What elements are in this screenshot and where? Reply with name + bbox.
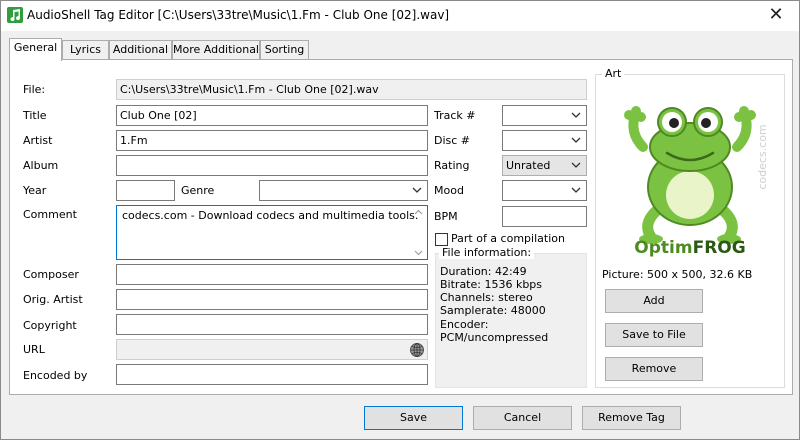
tab-more-additional[interactable]: More Additional [172, 40, 260, 60]
rating-dropdown[interactable]: Unrated [502, 155, 587, 176]
title-label: Title [23, 109, 47, 122]
watermark-text: codecs.com [756, 124, 769, 189]
title-field[interactable]: Club One [02] [116, 105, 428, 126]
globe-icon[interactable] [409, 342, 425, 358]
chevron-down-icon [571, 137, 581, 143]
compilation-label[interactable]: Part of a compilation [451, 232, 565, 245]
add-art-button[interactable]: Add [605, 289, 703, 313]
comment-text: codecs.com - Download codecs and multime… [122, 209, 419, 222]
encoded-by-label: Encoded by [23, 369, 88, 382]
frog-logo-icon: codecs.com OptimFROG [624, 106, 769, 258]
url-label: URL [23, 343, 45, 356]
artist-label: Artist [23, 134, 53, 147]
file-information-title: File information: [439, 246, 535, 259]
bpm-label: BPM [434, 210, 458, 223]
rating-label: Rating [434, 159, 470, 172]
cancel-button[interactable]: Cancel [473, 406, 572, 430]
disc-label: Disc # [434, 134, 471, 147]
logo-text-frog: FROG [693, 238, 746, 257]
file-label: File: [23, 83, 46, 96]
tab-additional[interactable]: Additional [109, 40, 172, 60]
album-field[interactable] [116, 155, 428, 176]
general-tab-panel: File: Title Artist Album Year Comment Co… [9, 59, 793, 395]
encoder-label: Encoder: [440, 318, 489, 331]
comment-textarea[interactable]: codecs.com - Download codecs and multime… [116, 205, 428, 260]
music-note-icon [7, 7, 23, 23]
copyright-field[interactable] [116, 314, 428, 335]
album-art-image: codecs.com OptimFROG [601, 87, 779, 258]
tab-general[interactable]: General [9, 38, 62, 61]
bpm-field[interactable] [502, 206, 587, 227]
orig-artist-label: Orig. Artist [23, 293, 83, 306]
tab-lyrics[interactable]: Lyrics [62, 40, 109, 60]
file-information-box: File information: Duration: 42:49 Bitrat… [435, 246, 587, 388]
album-label: Album [23, 159, 59, 172]
track-dropdown[interactable] [502, 105, 587, 126]
chevron-down-icon [571, 112, 581, 118]
save-button[interactable]: Save [364, 406, 463, 430]
logo-text-optim: Optim [634, 238, 692, 257]
channels-text: Channels: stereo [440, 291, 533, 304]
save-art-to-file-button[interactable]: Save to File [605, 323, 703, 347]
window-title: AudioShell Tag Editor [C:\Users\33tre\Mu… [27, 8, 450, 22]
comment-label: Comment [23, 208, 77, 221]
mood-label: Mood [434, 184, 464, 197]
mood-dropdown[interactable] [502, 180, 587, 201]
art-group-title: Art [602, 67, 625, 80]
tag-editor-window: AudioShell Tag Editor [C:\Users\33tre\Mu… [0, 0, 800, 440]
art-groupbox: Art codecs.com OptimFROG Picture: 500 x … [595, 67, 785, 388]
scroll-up-icon [414, 209, 423, 215]
disc-dropdown[interactable] [502, 130, 587, 151]
rating-value: Unrated [506, 159, 551, 172]
genre-dropdown[interactable] [259, 180, 428, 201]
url-field[interactable] [116, 339, 428, 360]
chevron-down-icon [571, 187, 581, 193]
chevron-down-icon [412, 187, 422, 193]
comment-scrollbar[interactable] [411, 207, 426, 258]
title-bar: AudioShell Tag Editor [C:\Users\33tre\Mu… [1, 1, 799, 31]
tab-sorting[interactable]: Sorting [260, 40, 309, 60]
remove-art-button[interactable]: Remove [605, 357, 703, 381]
copyright-label: Copyright [23, 319, 77, 332]
year-field[interactable] [116, 180, 175, 201]
orig-artist-field[interactable] [116, 289, 428, 310]
remove-tag-button[interactable]: Remove Tag [582, 406, 681, 430]
genre-label: Genre [181, 184, 215, 197]
track-label: Track # [434, 109, 476, 122]
artist-field[interactable]: 1.Fm [116, 130, 428, 151]
bitrate-text: Bitrate: 1536 kbps [440, 278, 543, 291]
file-path-field: C:\Users\33tre\Music\1.Fm - Club One [02… [116, 79, 587, 100]
chevron-down-icon [571, 162, 581, 168]
picture-info-text: Picture: 500 x 500, 32.6 KB [602, 268, 753, 281]
samplerate-text: Samplerate: 48000 [440, 304, 546, 317]
year-label: Year [23, 184, 47, 197]
close-button[interactable]: ✕ [753, 1, 799, 31]
duration-text: Duration: 42:49 [440, 265, 527, 278]
encoder-value: PCM/uncompressed [440, 331, 549, 344]
scroll-down-icon [414, 250, 423, 256]
composer-field[interactable] [116, 264, 428, 285]
encoded-by-field[interactable] [116, 364, 428, 385]
svg-text:OptimFROG: OptimFROG [634, 238, 745, 257]
close-icon: ✕ [768, 4, 784, 25]
composer-label: Composer [23, 268, 79, 281]
compilation-checkbox[interactable] [435, 233, 448, 246]
